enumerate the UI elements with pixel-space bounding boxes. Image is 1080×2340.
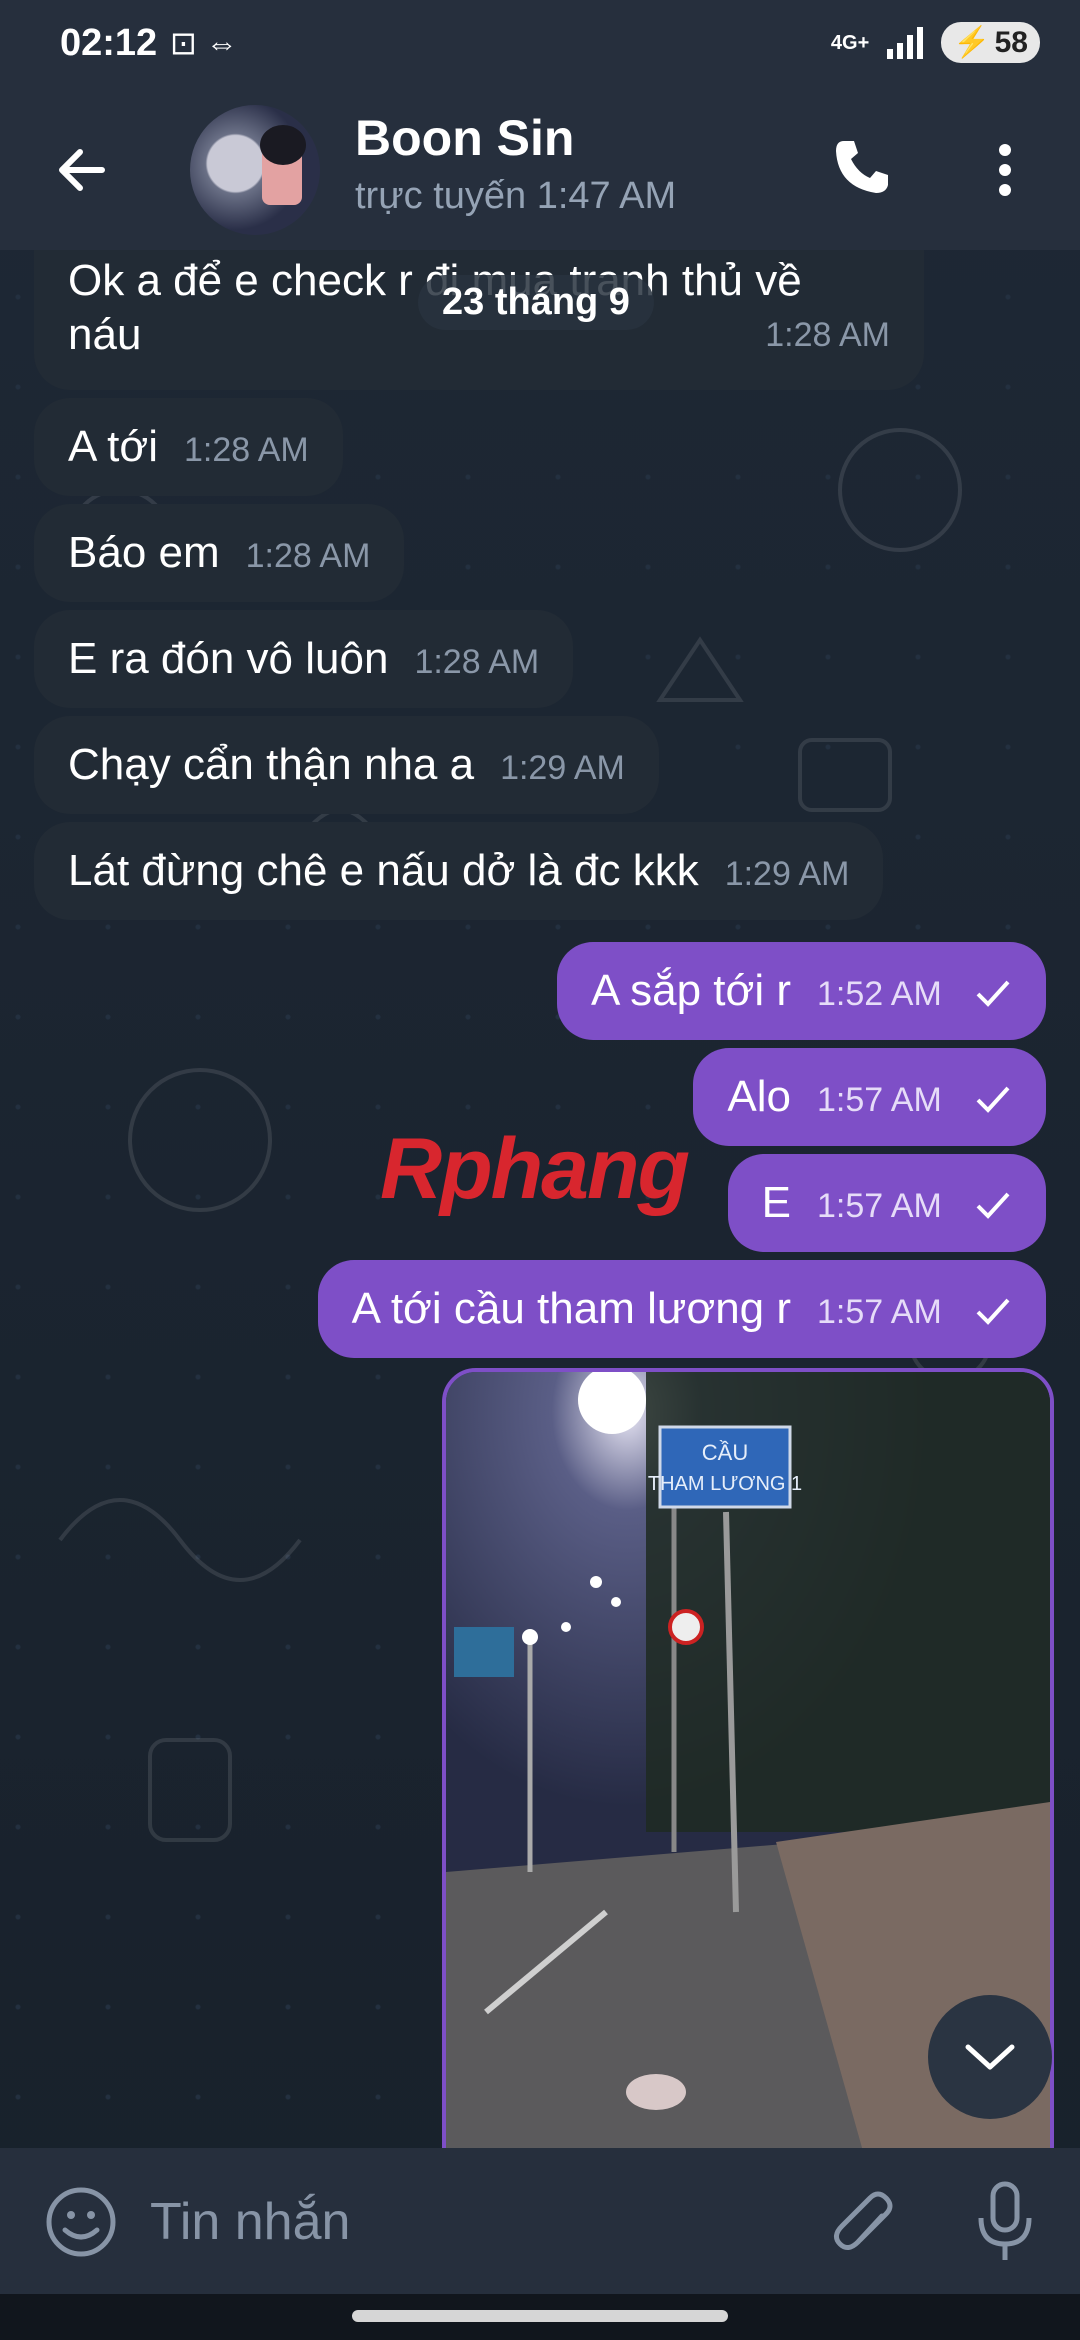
- message-text: A sắp tới r: [590, 966, 792, 1015]
- network-type: 4G+: [830, 31, 870, 54]
- chevron-down-icon: [965, 2044, 1015, 2070]
- battery-indicator: ⚡ 58: [941, 22, 1040, 63]
- more-vertical-icon[interactable]: [990, 140, 1020, 200]
- message-bubble-incoming[interactable]: Báo em 1:28 AM: [34, 504, 405, 602]
- message-input[interactable]: Tin nhắn: [150, 2192, 350, 2252]
- status-icons: 4G+ ⚡ 58: [831, 22, 1040, 63]
- message-text: E: [761, 1178, 792, 1227]
- check-icon: [976, 1299, 1010, 1326]
- watermark-logo: Rphang: [380, 1120, 690, 1219]
- phone-icon[interactable]: [830, 135, 894, 199]
- check-icon: [976, 981, 1010, 1008]
- battery-level: 58: [994, 25, 1028, 59]
- message-bubble-outgoing[interactable]: A sắp tới r 1:52 AM: [556, 942, 1046, 1040]
- message-time: 1:28 AM: [414, 643, 540, 681]
- contact-name[interactable]: Boon Sin: [355, 109, 574, 167]
- back-arrow-icon[interactable]: [52, 140, 112, 200]
- avatar[interactable]: [190, 105, 320, 235]
- message-bubble-incoming[interactable]: A tới 1:28 AM: [34, 398, 343, 496]
- clock: 02:12: [60, 22, 158, 64]
- attach-icon[interactable]: [830, 2186, 900, 2260]
- home-gesture-handle[interactable]: [352, 2310, 728, 2322]
- message-bubble-incoming[interactable]: E ra đón vô luôn 1:28 AM: [34, 610, 574, 708]
- message-bubble-outgoing[interactable]: E 1:57 AM: [727, 1154, 1046, 1252]
- message-text: Báo em: [68, 528, 220, 577]
- mic-icon[interactable]: [975, 2180, 1035, 2264]
- message-time: 1:28 AM: [245, 537, 371, 575]
- date-separator: 23 tháng 9: [418, 275, 654, 330]
- message-time: 1:28 AM: [184, 431, 309, 469]
- message-time: 1:28 AM: [765, 316, 890, 354]
- battery-saver-icon: ⚡: [953, 26, 991, 59]
- chat-header: Boon Sin trực tuyến 1:47 AM: [0, 95, 1080, 250]
- check-icon: [976, 1087, 1010, 1114]
- message-text: E ra đón vô luôn: [68, 634, 389, 683]
- system-navigation-bar: [0, 2294, 1080, 2340]
- message-time: 1:29 AM: [500, 749, 625, 787]
- message-time: 1:52 AM: [817, 975, 942, 1013]
- message-time: 1:57 AM: [817, 1187, 942, 1225]
- avatar-hair: [260, 125, 306, 165]
- message-text: Chạy cẩn thận nha a: [68, 740, 475, 789]
- message-bubble-outgoing[interactable]: Alo 1:57 AM: [693, 1048, 1046, 1146]
- watermark-text: Rphang: [380, 1121, 690, 1217]
- contact-status: trực tuyến 1:47 AM: [355, 175, 677, 217]
- message-text-line2: náu: [68, 310, 142, 359]
- emoji-icon[interactable]: [45, 2186, 117, 2258]
- message-text: A tới: [68, 422, 158, 471]
- message-text: A tới cầu tham lương r: [351, 1284, 792, 1333]
- scroll-to-bottom-button[interactable]: [928, 1995, 1052, 2119]
- screen-record-icon: ⊡ ⇔: [170, 25, 238, 61]
- check-icon: [976, 1193, 1010, 1220]
- message-text: Lát đừng chê e nấu dở là đc kkk: [68, 846, 699, 895]
- message-time: 1:57 AM: [817, 1081, 942, 1119]
- message-composer: Tin nhắn: [0, 2148, 1080, 2294]
- message-bubble-outgoing[interactable]: A tới cầu tham lương r 1:57 AM: [317, 1260, 1046, 1358]
- message-text: Alo: [727, 1072, 792, 1121]
- message-time: 1:29 AM: [724, 855, 850, 893]
- sign-line1: CẦU: [702, 1440, 748, 1465]
- message-bubble-incoming[interactable]: Lát đừng chê e nấu dở là đc kkk 1:29 AM: [34, 822, 884, 920]
- status-bar: 02:12 ⊡ ⇔ 4G+ ⚡ 58: [0, 0, 1080, 95]
- message-time: 1:57 AM: [817, 1293, 942, 1331]
- message-bubble-incoming[interactable]: Chạy cẩn thận nha a 1:29 AM: [34, 716, 659, 814]
- sign-line2: THAM LƯƠNG 1: [648, 1473, 802, 1495]
- signal-icon: [887, 26, 924, 59]
